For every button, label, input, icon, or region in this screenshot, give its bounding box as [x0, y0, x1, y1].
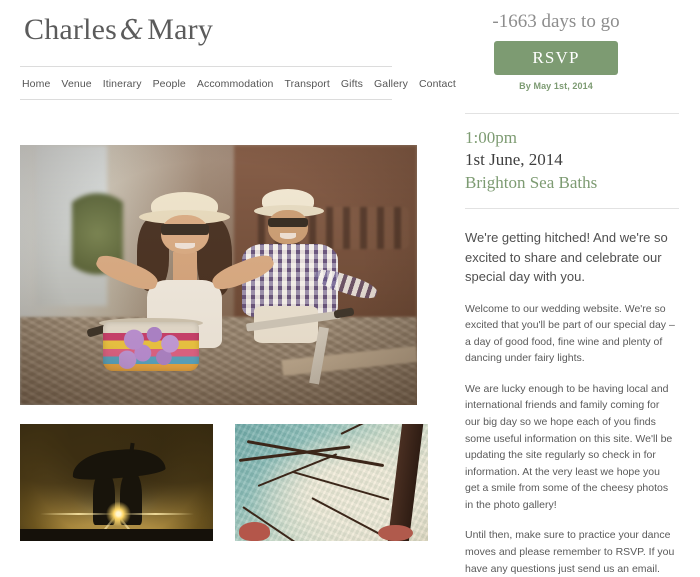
rsvp-section: RSVP By May 1st, 2014: [432, 40, 680, 91]
event-date: 1st June, 2014: [465, 150, 563, 170]
page-title-first: Charles: [24, 13, 118, 46]
page-title-second: Mary: [147, 13, 214, 46]
nav-item-itinerary[interactable]: Itinerary: [103, 78, 142, 90]
right-column: -1663 days to go RSVP By May 1st, 2014 1…: [432, 0, 680, 577]
nav-item-accommodation[interactable]: Accommodation: [197, 78, 274, 90]
umbrella-illustration: [20, 424, 213, 541]
rsvp-deadline-note: By May 1st, 2014: [519, 80, 593, 91]
left-column: Charles & Mary Home Venue Itinerary People Acc…: [20, 0, 456, 100]
couple-on-bicycle-photo[interactable]: [20, 145, 417, 405]
nav-item-home[interactable]: Home: [22, 78, 50, 90]
wedding-website-page: Charles & Mary Home Venue Itinerary People Acc…: [0, 0, 700, 575]
hero-illustration: [20, 145, 417, 405]
main-navigation[interactable]: Home Venue Itinerary People Accommodation Tra…: [20, 66, 456, 100]
ampersand-glyph: &: [120, 15, 145, 46]
intro-paragraph-3: Until then, make sure to practice your d…: [465, 529, 675, 575]
photo-thumbnail-row: [20, 424, 428, 541]
intro-paragraph-2: We are lucky enough to be having local a…: [465, 382, 673, 511]
countdown-text: -1663 days to go: [492, 11, 620, 32]
tree-branches-photo[interactable]: [235, 424, 428, 541]
intro-paragraph-1: Welcome to our wedding website. We're so…: [465, 302, 675, 365]
event-venue: Brighton Sea Baths: [465, 172, 598, 192]
page-title: Charles & Mary: [24, 12, 420, 48]
rsvp-button[interactable]: RSVP: [494, 40, 618, 75]
couple-under-umbrella-photo[interactable]: [20, 424, 213, 541]
nav-item-people[interactable]: People: [153, 78, 186, 90]
event-details: 1:00pm 1st June, 2014 Brighton Sea Baths: [465, 112, 679, 209]
nav-item-gifts[interactable]: Gifts: [341, 78, 363, 90]
nav-item-gallery[interactable]: Gallery: [374, 78, 408, 90]
branches-illustration: [235, 424, 428, 541]
nav-item-transport[interactable]: Transport: [284, 78, 329, 90]
nav-item-venue[interactable]: Venue: [61, 78, 91, 90]
intro-lead-text: We're getting hitched! And we're so exci…: [465, 230, 668, 284]
event-time: 1:00pm: [465, 127, 517, 147]
